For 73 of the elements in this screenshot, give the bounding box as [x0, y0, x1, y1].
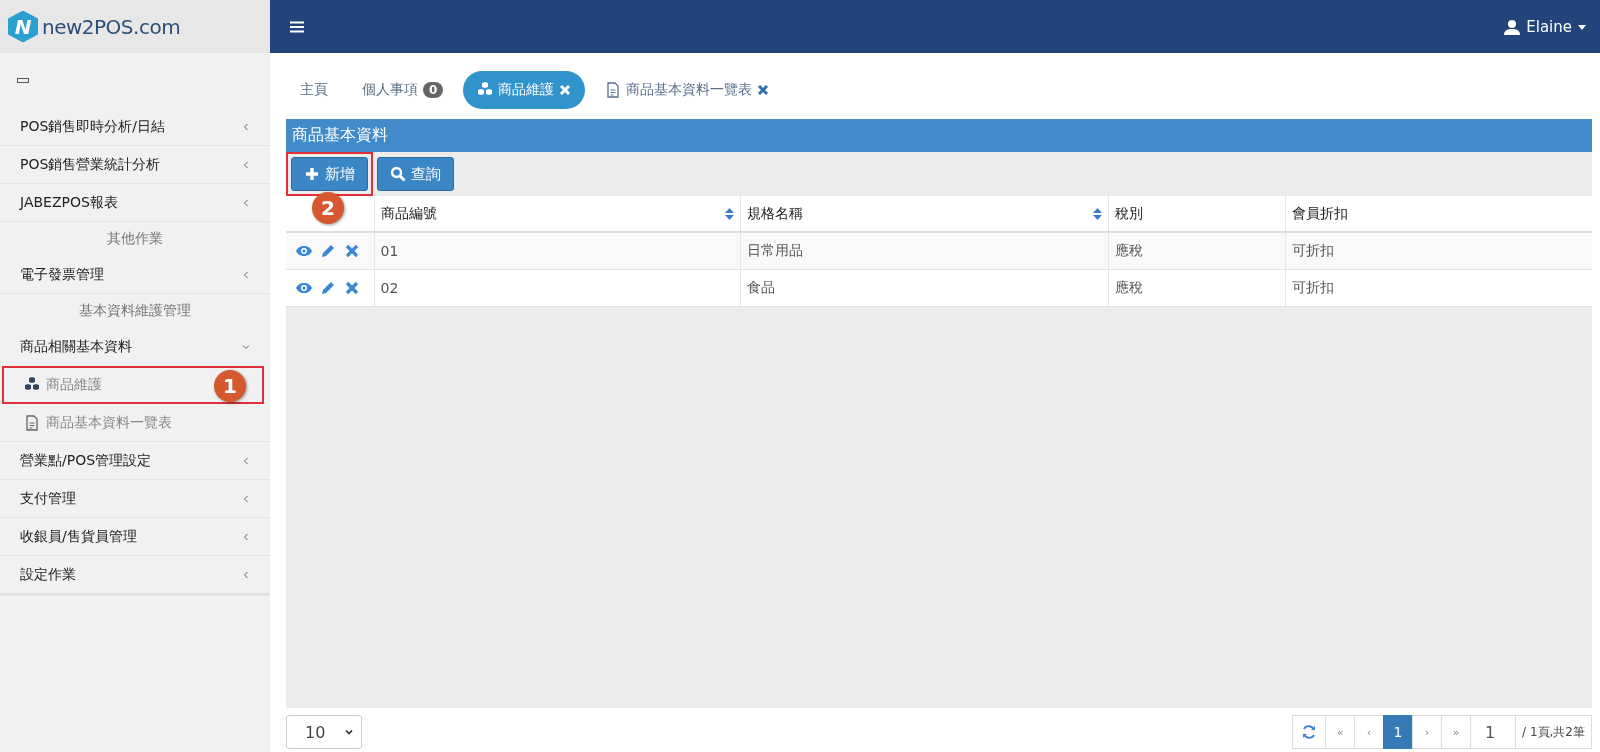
sidebar-section-label: 其他作業: [106, 229, 164, 248]
chevron-icon: [242, 456, 250, 465]
cubes-icon: [477, 82, 494, 98]
logo-text: new2POS.com: [42, 14, 181, 39]
tab[interactable]: 主頁: [286, 71, 342, 109]
page-button[interactable]: ›: [1412, 715, 1443, 749]
sidebar-item[interactable]: 收銀員/售貨員管理: [0, 518, 270, 556]
column-header-label: 商品編號: [380, 204, 437, 223]
table-cell: 可折扣: [1285, 232, 1592, 269]
panel-title: 商品基本資料: [286, 119, 1592, 152]
caret-icon: [1578, 22, 1586, 31]
file-icon: [605, 82, 622, 98]
table-cell: 應稅: [1108, 269, 1285, 306]
step-number-badge: 2: [312, 192, 344, 224]
sidebar-subitem[interactable]: 商品基本資料一覽表: [0, 404, 270, 442]
sidebar-item[interactable]: 支付管理: [0, 480, 270, 518]
chevron-icon: [242, 270, 250, 279]
step-number-badge: 1: [214, 370, 246, 402]
page-button[interactable]: ‹: [1354, 715, 1385, 749]
page-summary: / 1頁,共2筆: [1515, 715, 1592, 749]
menu-icon[interactable]: [290, 20, 304, 33]
tab[interactable]: 商品維護: [463, 71, 586, 109]
sidebar-item[interactable]: POS銷售即時分析/日結: [0, 108, 270, 146]
chevron-icon: [242, 532, 250, 541]
search-button[interactable]: 查詢: [377, 157, 454, 191]
close-icon[interactable]: [757, 84, 770, 96]
user-icon: [1504, 18, 1521, 35]
sort-icon[interactable]: [724, 206, 734, 221]
chevron-icon: [242, 494, 250, 503]
edit-icon[interactable]: [320, 279, 336, 296]
table-cell: 應稅: [1108, 232, 1285, 269]
sidebar-item[interactable]: 商品相關基本資料: [0, 328, 270, 366]
chevron-icon: [242, 570, 250, 579]
sidebar-section-label: 基本資料維護管理: [78, 301, 192, 320]
page-size-select[interactable]: 10: [286, 715, 362, 749]
edit-icon[interactable]: [320, 242, 336, 259]
column-header-label: 規格名稱: [746, 204, 803, 223]
sidebar-subitem[interactable]: 商品維護 1: [2, 366, 264, 404]
search-icon: [390, 166, 406, 182]
sidebar-item[interactable]: 設定作業: [0, 556, 270, 594]
count-badge: 0: [423, 82, 444, 98]
refresh-icon: [1301, 724, 1318, 740]
table-cell: 食品: [740, 269, 1108, 306]
cubes-icon: [24, 377, 40, 393]
table-cell: 01: [374, 232, 740, 269]
logo-mark: N: [8, 10, 38, 43]
plus-icon: [304, 166, 320, 182]
sidebar-toggle-icon[interactable]: [17, 78, 29, 83]
chevron-icon: [242, 122, 250, 131]
refresh-button[interactable]: [1292, 715, 1327, 749]
page-button[interactable]: «: [1325, 715, 1356, 749]
sort-icon[interactable]: [1092, 206, 1102, 221]
user-menu[interactable]: Elaine: [1504, 17, 1586, 36]
tab[interactable]: 商品基本資料一覽表: [591, 71, 784, 109]
page-button[interactable]: 1: [1383, 715, 1414, 749]
sidebar-item[interactable]: 電子發票管理: [0, 256, 270, 294]
table-cell: 日常用品: [740, 232, 1108, 269]
sidebar-item[interactable]: JABEZPOS報表: [0, 184, 270, 222]
delete-icon[interactable]: [344, 242, 360, 259]
chevron-icon: [242, 160, 250, 169]
page-input[interactable]: 1: [1470, 715, 1517, 749]
add-button[interactable]: 新增: [291, 157, 368, 191]
sidebar-item[interactable]: POS銷售營業統計分析: [0, 146, 270, 184]
sidebar-item[interactable]: 營業點/POS管理設定: [0, 442, 270, 480]
table-cell: 可折扣: [1285, 269, 1592, 306]
delete-icon[interactable]: [344, 279, 360, 296]
chevron-icon: [242, 343, 250, 351]
table-cell: 02: [374, 269, 740, 306]
file-icon: [24, 414, 40, 431]
chevron-icon: [242, 198, 250, 207]
chevron-icon: [345, 728, 353, 736]
page-button[interactable]: »: [1441, 715, 1472, 749]
tab[interactable]: 個人事項 0: [348, 71, 458, 109]
